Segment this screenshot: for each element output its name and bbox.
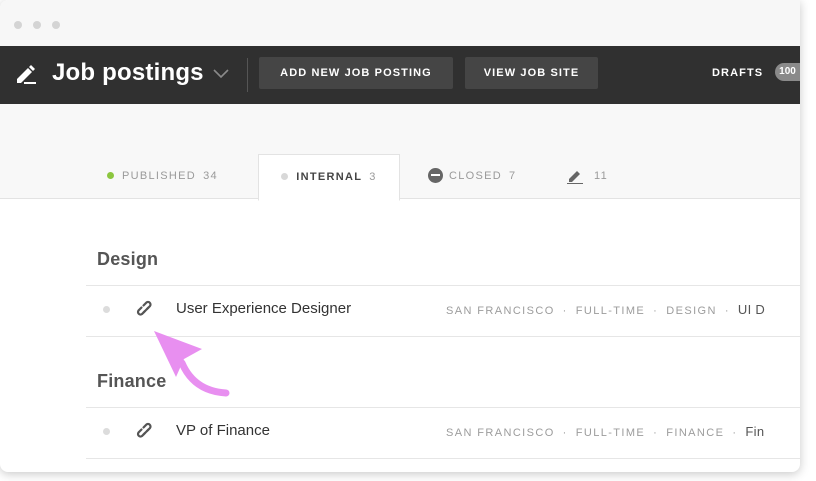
section-title-design: Design	[97, 249, 159, 269]
tab-published[interactable]: PUBLISHED 34	[107, 154, 218, 198]
job-meta: SAN FRANCISCO · FULL-TIME · FINANCE · Fin	[446, 408, 764, 457]
tab-published-label: PUBLISHED	[122, 170, 197, 182]
window-titlebar	[0, 0, 800, 46]
view-job-site-button[interactable]: VIEW JOB SITE	[465, 57, 598, 89]
add-job-posting-button[interactable]: ADD NEW JOB POSTING	[259, 57, 453, 89]
window-close-control[interactable]	[14, 21, 22, 29]
job-row[interactable]: VP of Finance SAN FRANCISCO · FULL-TIME · FI…	[86, 407, 800, 459]
tab-published-count: 34	[203, 170, 218, 182]
job-location: SAN FRANCISCO	[446, 305, 555, 317]
job-type: FULL-TIME	[575, 427, 646, 439]
meta-separator: ·	[724, 305, 730, 317]
drafts-button[interactable]: DRAFTS	[712, 57, 763, 89]
tab-internal-count: 3	[369, 171, 377, 183]
tab-closed-count: 7	[509, 170, 517, 182]
pencil-icon	[17, 65, 36, 84]
closed-minus-icon	[428, 167, 443, 183]
header-divider	[247, 58, 248, 92]
job-location: SAN FRANCISCO	[446, 427, 555, 439]
internal-status-dot	[281, 172, 289, 180]
browser-window: Job postings ADD NEW JOB POSTING VIEW JO…	[0, 0, 800, 472]
job-team: UI D	[737, 302, 766, 317]
status-dot	[103, 306, 110, 313]
page-title: Job postings	[52, 59, 204, 86]
job-meta: SAN FRANCISCO · FULL-TIME · DESIGN · UI D	[446, 286, 765, 335]
meta-separator: ·	[562, 305, 568, 317]
published-status-dot	[107, 171, 114, 179]
chevron-down-icon[interactable]	[213, 67, 229, 79]
link-icon[interactable]	[136, 422, 156, 442]
tab-closed[interactable]: CLOSED 7	[428, 154, 516, 198]
meta-separator: ·	[562, 427, 568, 439]
window-zoom-control[interactable]	[52, 21, 60, 29]
tab-bar: PUBLISHED 34 INTERNAL 3 CLOSED 7 11	[0, 104, 800, 201]
status-dot	[103, 428, 110, 435]
pencil-icon	[567, 171, 583, 184]
job-team: Fin	[745, 424, 765, 439]
link-icon[interactable]	[136, 300, 156, 320]
arrow-annotation-icon	[154, 331, 230, 397]
job-type: FULL-TIME	[575, 305, 646, 317]
tab-internal-label: INTERNAL	[296, 171, 363, 183]
job-title[interactable]: VP of Finance	[176, 408, 270, 454]
job-department: DESIGN	[666, 305, 717, 317]
meta-separator: ·	[653, 305, 659, 317]
tab-drafts-count: 11	[594, 170, 609, 182]
meta-separator: ·	[732, 427, 738, 439]
tab-closed-label: CLOSED	[449, 170, 503, 182]
meta-separator: ·	[653, 427, 659, 439]
drafts-count-badge: 100	[775, 63, 800, 81]
job-department: FINANCE	[666, 427, 725, 439]
tab-internal[interactable]: INTERNAL 3	[258, 154, 400, 201]
tab-drafts[interactable]: 11	[566, 154, 608, 198]
app-header: Job postings ADD NEW JOB POSTING VIEW JO…	[0, 46, 800, 104]
window-minimize-control[interactable]	[33, 21, 41, 29]
